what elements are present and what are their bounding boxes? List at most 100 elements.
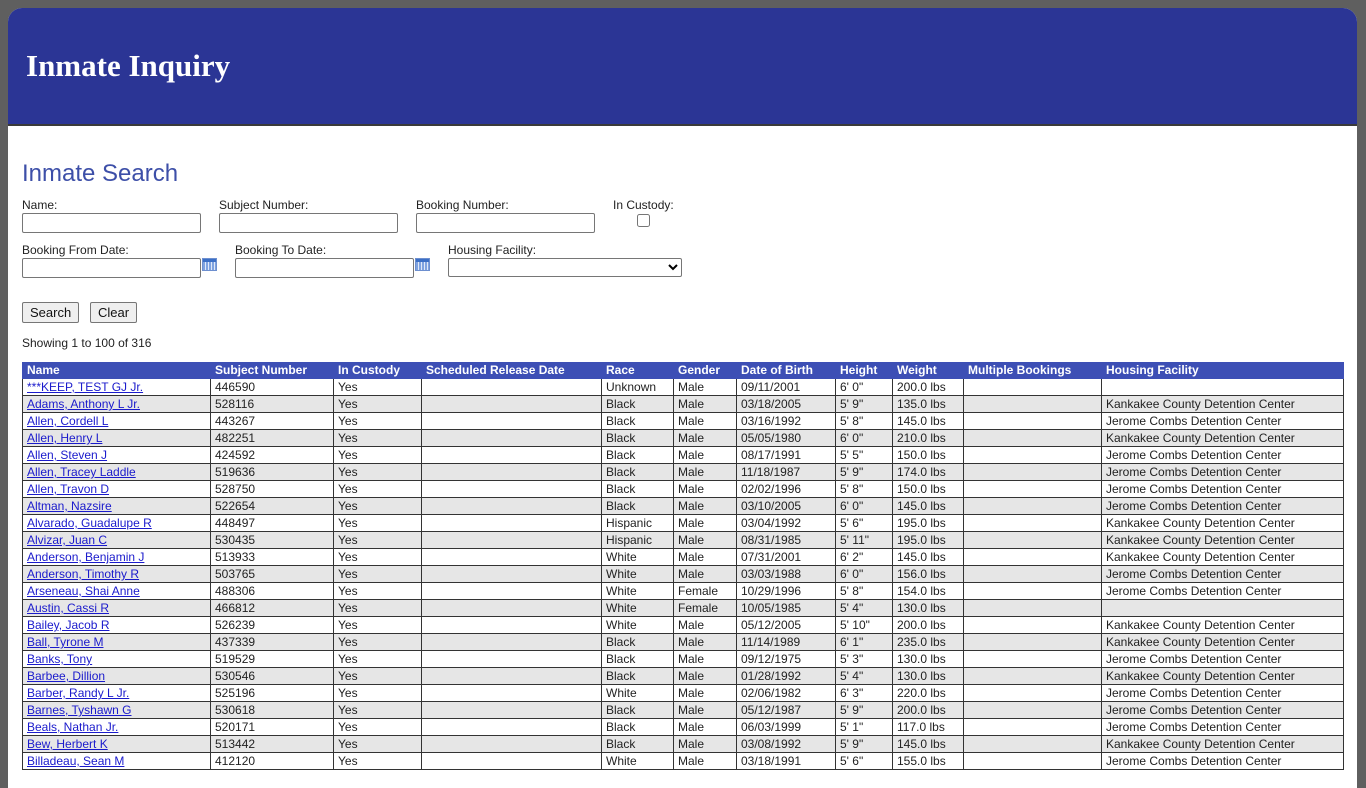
inmate-name-link[interactable]: Allen, Steven J: [27, 448, 107, 462]
cell-gender: Male: [673, 514, 737, 532]
cell-height: 5' 9": [835, 701, 893, 719]
table-row: Barber, Randy L Jr. 525196 Yes White Male 02/…: [22, 684, 1344, 702]
cell-scheduled-release-date: [421, 616, 602, 634]
cell-subject-number: 437339: [210, 633, 334, 651]
cell-in-custody: Yes: [333, 446, 422, 464]
inmate-name-link[interactable]: Banks, Tony: [27, 652, 92, 666]
table-row: Alvizar, Juan C 530435 Yes Hispanic Male 08/3…: [22, 531, 1344, 549]
cell-weight: 145.0 lbs: [892, 735, 964, 753]
cell-scheduled-release-date: [421, 650, 602, 668]
cell-multiple-bookings: [963, 514, 1102, 532]
column-header: Housing Facility: [1101, 362, 1344, 379]
cell-date-of-birth: 07/31/2001: [736, 548, 836, 566]
cell-weight: 200.0 lbs: [892, 378, 964, 396]
cell-weight: 117.0 lbs: [892, 718, 964, 736]
cell-date-of-birth: 05/05/1980: [736, 429, 836, 447]
cell-in-custody: Yes: [333, 378, 422, 396]
cell-housing-facility: Jerome Combs Detention Center: [1101, 446, 1344, 464]
name-input[interactable]: [22, 213, 201, 233]
cell-multiple-bookings: [963, 531, 1102, 549]
booking-from-date-label: Booking From Date:: [22, 243, 129, 257]
in-custody-checkbox[interactable]: [636, 214, 650, 227]
inmate-name-link[interactable]: Allen, Tracey Laddle: [27, 465, 136, 479]
inmate-name-link[interactable]: Bailey, Jacob R: [27, 618, 109, 632]
subject-number-input[interactable]: [219, 213, 398, 233]
calendar-icon[interactable]: [415, 258, 430, 271]
cell-height: 5' 8": [835, 480, 893, 498]
inmate-name-link[interactable]: Barnes, Tyshawn G: [27, 703, 132, 717]
cell-housing-facility: Jerome Combs Detention Center: [1101, 752, 1344, 770]
calendar-icon[interactable]: [202, 258, 217, 271]
cell-name: Anderson, Timothy R: [22, 565, 211, 583]
cell-gender: Male: [673, 718, 737, 736]
cell-race: Black: [601, 480, 674, 498]
cell-height: 6' 0": [835, 378, 893, 396]
inmate-name-link[interactable]: Allen, Travon D: [27, 482, 109, 496]
cell-date-of-birth: 08/31/1985: [736, 531, 836, 549]
cell-gender: Male: [673, 378, 737, 396]
inmate-name-link[interactable]: Alvarado, Guadalupe R: [27, 516, 152, 530]
booking-to-date-input[interactable]: [235, 258, 414, 278]
inmate-name-link[interactable]: Arseneau, Shai Anne: [27, 584, 140, 598]
inmate-name-link[interactable]: Allen, Cordell L: [27, 414, 108, 428]
inmate-name-link[interactable]: Austin, Cassi R: [27, 601, 109, 615]
cell-in-custody: Yes: [333, 463, 422, 481]
cell-name: Bailey, Jacob R: [22, 616, 211, 634]
housing-facility-select[interactable]: [448, 258, 682, 277]
inmate-name-link[interactable]: Bew, Herbert K: [27, 737, 108, 751]
clear-button[interactable]: Clear: [90, 302, 138, 323]
cell-race: White: [601, 752, 674, 770]
inmate-name-link[interactable]: Anderson, Timothy R: [27, 567, 139, 581]
inmate-name-link[interactable]: ***KEEP, TEST GJ Jr.: [27, 380, 143, 394]
table-row: Adams, Anthony L Jr. 528116 Yes Black Male 03…: [22, 395, 1344, 413]
table-row: Allen, Tracey Laddle 519636 Yes Black Male 11…: [22, 463, 1344, 481]
table-row: Ball, Tyrone M 437339 Yes Black Male 11/14/19…: [22, 633, 1344, 651]
inmate-name-link[interactable]: Barber, Randy L Jr.: [27, 686, 129, 700]
cell-subject-number: 522654: [210, 497, 334, 515]
cell-multiple-bookings: [963, 395, 1102, 413]
cell-housing-facility: Jerome Combs Detention Center: [1101, 650, 1344, 668]
inmate-name-link[interactable]: Allen, Henry L: [27, 431, 102, 445]
cell-scheduled-release-date: [421, 565, 602, 583]
cell-housing-facility: Jerome Combs Detention Center: [1101, 412, 1344, 430]
cell-date-of-birth: 02/06/1982: [736, 684, 836, 702]
cell-housing-facility: Jerome Combs Detention Center: [1101, 497, 1344, 515]
cell-date-of-birth: 05/12/1987: [736, 701, 836, 719]
inmate-name-link[interactable]: Beals, Nathan Jr.: [27, 720, 118, 734]
from-date-field-group: Booking From Date:: [22, 243, 217, 278]
cell-gender: Male: [673, 480, 737, 498]
cell-name: Alvizar, Juan C: [22, 531, 211, 549]
inmate-name-link[interactable]: Altman, Nazsire: [27, 499, 112, 513]
cell-race: Black: [601, 463, 674, 481]
cell-multiple-bookings: [963, 667, 1102, 685]
cell-housing-facility: Kankakee County Detention Center: [1101, 395, 1344, 413]
cell-name: Billadeau, Sean M: [22, 752, 211, 770]
table-row: Allen, Steven J 424592 Yes Black Male 08/17/1…: [22, 446, 1344, 464]
cell-date-of-birth: 10/05/1985: [736, 599, 836, 617]
inmate-name-link[interactable]: Adams, Anthony L Jr.: [27, 397, 140, 411]
cell-date-of-birth: 09/12/1975: [736, 650, 836, 668]
cell-in-custody: Yes: [333, 633, 422, 651]
cell-subject-number: 520171: [210, 718, 334, 736]
inmate-name-link[interactable]: Billadeau, Sean M: [27, 754, 124, 768]
cell-name: Anderson, Benjamin J: [22, 548, 211, 566]
cell-multiple-bookings: [963, 497, 1102, 515]
inmate-name-link[interactable]: Anderson, Benjamin J: [27, 550, 144, 564]
cell-date-of-birth: 03/18/2005: [736, 395, 836, 413]
booking-number-input[interactable]: [416, 213, 595, 233]
inmate-name-link[interactable]: Alvizar, Juan C: [27, 533, 107, 547]
cell-subject-number: 446590: [210, 378, 334, 396]
search-button[interactable]: Search: [22, 302, 80, 323]
inmate-name-link[interactable]: Barbee, Dillion: [27, 669, 105, 683]
table-row: Barbee, Dillion 530546 Yes Black Male 01/28/1…: [22, 667, 1344, 685]
table-row: Bew, Herbert K 513442 Yes Black Male 03/08/19…: [22, 735, 1344, 753]
cell-housing-facility: [1101, 599, 1344, 617]
cell-subject-number: 530618: [210, 701, 334, 719]
cell-name: ***KEEP, TEST GJ Jr.: [22, 378, 211, 396]
cell-race: Black: [601, 446, 674, 464]
inmate-name-link[interactable]: Ball, Tyrone M: [27, 635, 103, 649]
cell-name: Beals, Nathan Jr.: [22, 718, 211, 736]
cell-subject-number: 448497: [210, 514, 334, 532]
table-row: Arseneau, Shai Anne 488306 Yes White Female 1…: [22, 582, 1344, 600]
booking-from-date-input[interactable]: [22, 258, 201, 278]
